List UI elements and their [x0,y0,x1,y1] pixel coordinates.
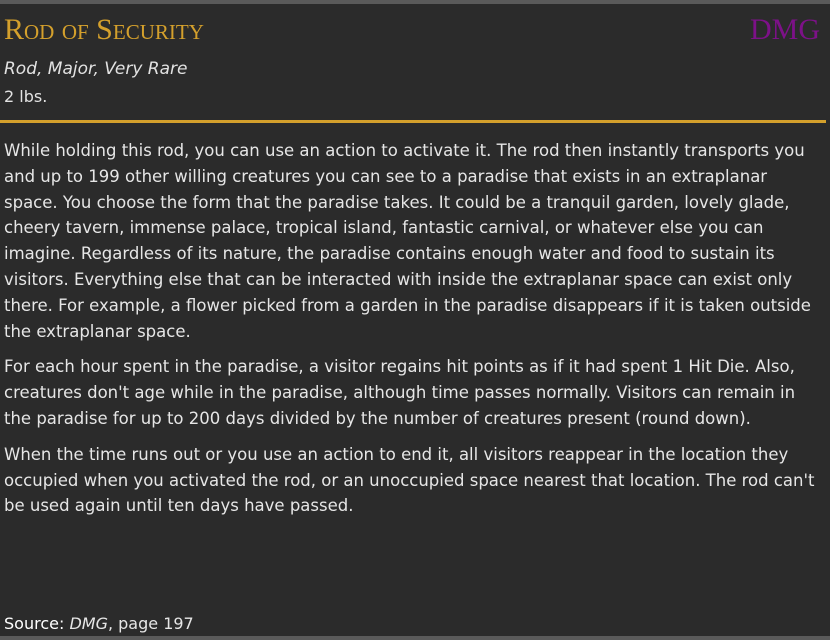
source-book[interactable]: DMG [69,614,108,633]
source-label: Source: [4,614,70,633]
source-page: , page 197 [107,614,194,633]
item-type-line: Rod, Major, Very Rare [4,59,188,79]
item-title: Rod of Security [4,13,204,46]
item-card: Rod of Security DMG Rod, Major, Very Rar… [0,4,830,636]
item-weight: 2 lbs. [4,87,48,106]
source-badge[interactable]: DMG [750,14,820,46]
source-line: Source: DMG, page 197 [4,614,194,634]
description-paragraph: For each hour spent in the paradise, a v… [4,357,796,428]
item-description: While holding this rod, you can use an a… [4,138,824,529]
description-paragraph: While holding this rod, you can use an a… [4,141,811,341]
description-paragraph: When the time runs out or you use an act… [4,444,815,516]
header-divider [0,120,826,123]
